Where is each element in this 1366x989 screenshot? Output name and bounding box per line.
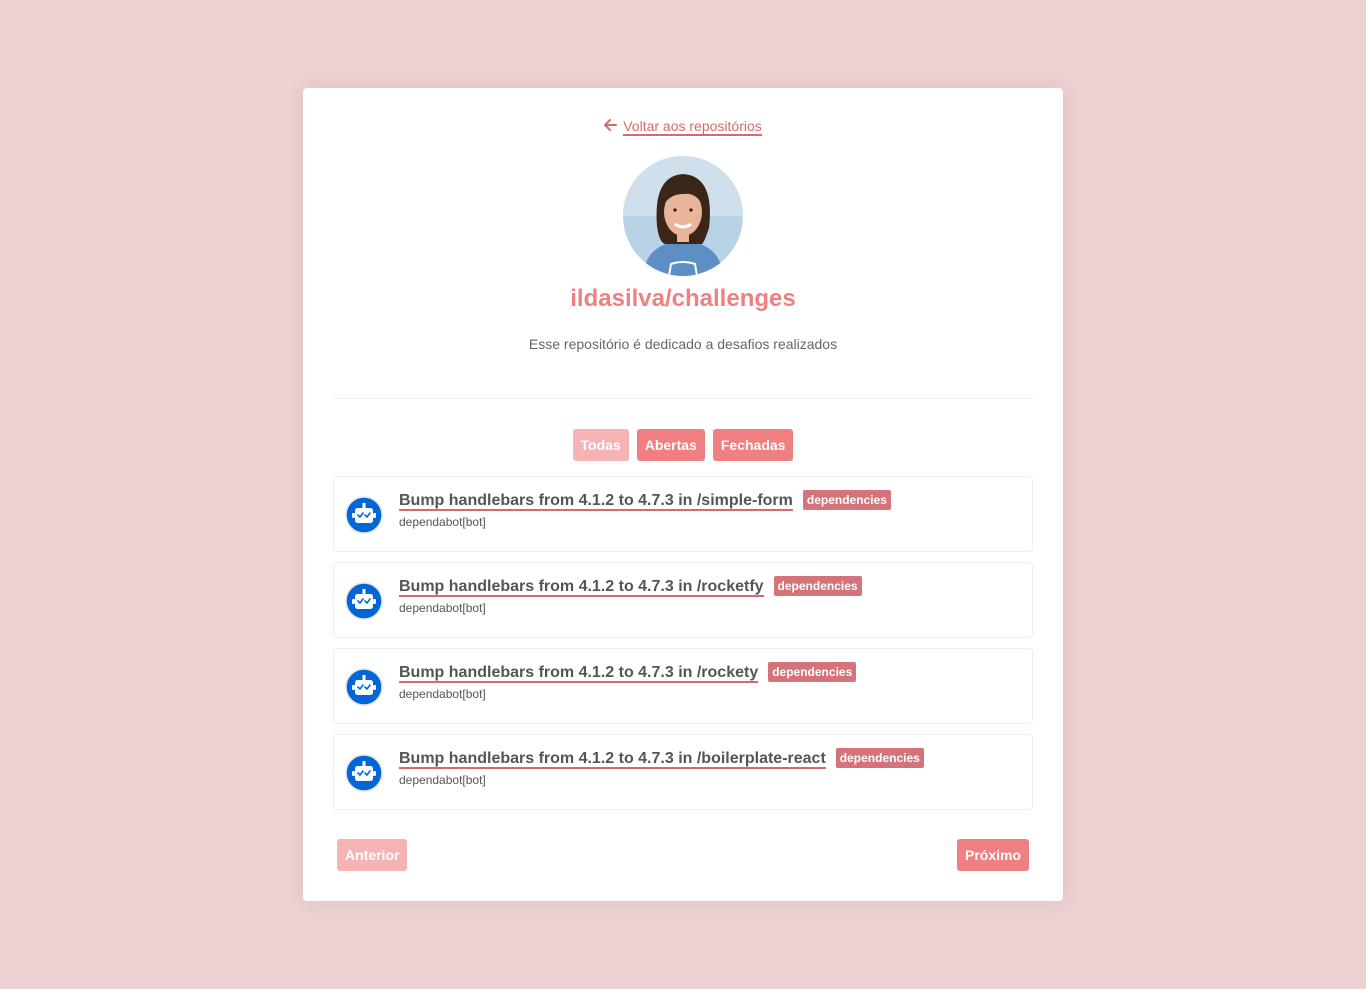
issue-title-line: Bump handlebars from 4.1.2 to 4.7.3 in /…	[399, 748, 1022, 769]
back-to-repositories-link[interactable]: Voltar aos repositórios	[623, 118, 762, 136]
issue-title-line: Bump handlebars from 4.1.2 to 4.7.3 in /…	[399, 576, 1022, 597]
issue-title-link[interactable]: Bump handlebars from 4.1.2 to 4.7.3 in /…	[399, 750, 826, 769]
list-item: Bump handlebars from 4.1.2 to 4.7.3 in /…	[333, 562, 1033, 638]
repository-name: ildasilva/challenges	[570, 285, 796, 312]
issue-title-line: Bump handlebars from 4.1.2 to 4.7.3 in /…	[399, 662, 1022, 683]
issue-author: dependabot[bot]	[399, 773, 486, 787]
repository-card: Voltar aos repositórios ildasilva/challe…	[303, 88, 1063, 901]
list-item: Bump handlebars from 4.1.2 to 4.7.3 in /…	[333, 648, 1033, 724]
issue-label: dependencies	[802, 490, 891, 510]
dependabot-avatar-icon	[345, 668, 383, 706]
divider	[333, 398, 1033, 399]
issue-list: Bump handlebars from 4.1.2 to 4.7.3 in /…	[333, 476, 1033, 820]
dependabot-avatar-icon	[345, 582, 383, 620]
owner-avatar	[623, 156, 743, 276]
issue-label: dependencies	[835, 748, 924, 768]
issue-author: dependabot[bot]	[399, 515, 486, 529]
filter-closed-button[interactable]: Fechadas	[712, 429, 794, 461]
issue-content: Bump handlebars from 4.1.2 to 4.7.3 in /…	[399, 748, 1022, 787]
issue-title-link[interactable]: Bump handlebars from 4.1.2 to 4.7.3 in /…	[399, 578, 764, 597]
pagination: Anterior Próximo	[333, 839, 1033, 871]
issue-content: Bump handlebars from 4.1.2 to 4.7.3 in /…	[399, 662, 1022, 701]
issue-title-line: Bump handlebars from 4.1.2 to 4.7.3 in /…	[399, 490, 1022, 511]
issue-author: dependabot[bot]	[399, 687, 486, 701]
issue-content: Bump handlebars from 4.1.2 to 4.7.3 in /…	[399, 490, 1022, 529]
dependabot-avatar-icon	[345, 754, 383, 792]
issue-label: dependencies	[768, 662, 857, 682]
issue-content: Bump handlebars from 4.1.2 to 4.7.3 in /…	[399, 576, 1022, 615]
back-link-row: Voltar aos repositórios	[303, 118, 1063, 136]
arrow-left-icon[interactable]	[604, 119, 618, 132]
filter-open-button[interactable]: Abertas	[636, 429, 705, 461]
list-item: Bump handlebars from 4.1.2 to 4.7.3 in /…	[333, 734, 1033, 810]
issue-label: dependencies	[773, 576, 862, 596]
dependabot-avatar-icon	[345, 496, 383, 534]
list-item: Bump handlebars from 4.1.2 to 4.7.3 in /…	[333, 476, 1033, 552]
repository-description: Esse repositório é dedicado a desafios r…	[528, 336, 838, 352]
previous-page-button[interactable]: Anterior	[337, 839, 408, 871]
issue-state-filters: Todas Abertas Fechadas	[303, 429, 1063, 461]
next-page-button[interactable]: Próximo	[956, 839, 1029, 871]
filter-all-button[interactable]: Todas	[572, 429, 629, 461]
issue-author: dependabot[bot]	[399, 601, 486, 615]
issue-title-link[interactable]: Bump handlebars from 4.1.2 to 4.7.3 in /…	[399, 664, 759, 683]
issue-title-link[interactable]: Bump handlebars from 4.1.2 to 4.7.3 in /…	[399, 492, 793, 511]
